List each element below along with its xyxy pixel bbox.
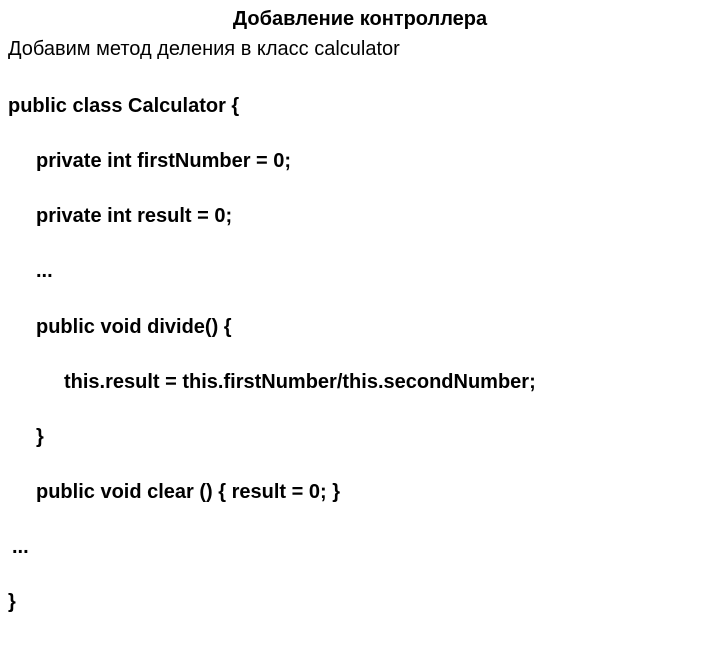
code-line: private int result = 0;: [8, 203, 712, 231]
code-line: this.result = this.firstNumber/this.seco…: [8, 369, 712, 397]
code-block: public class Calculator { private int fi…: [8, 65, 712, 644]
code-line: }: [8, 589, 712, 617]
intro-text: Добавим метод деления в класс calculator: [8, 36, 712, 64]
code-line: public void divide() {: [8, 314, 712, 342]
code-line: ...: [8, 534, 712, 562]
slide-title: Добавление контроллера: [8, 6, 712, 34]
code-line: private int firstNumber = 0;: [8, 148, 712, 176]
code-line: }: [8, 424, 712, 452]
code-line: ...: [8, 258, 712, 286]
code-line: public class Calculator {: [8, 93, 712, 121]
code-line: public void clear () { result = 0; }: [8, 479, 712, 507]
